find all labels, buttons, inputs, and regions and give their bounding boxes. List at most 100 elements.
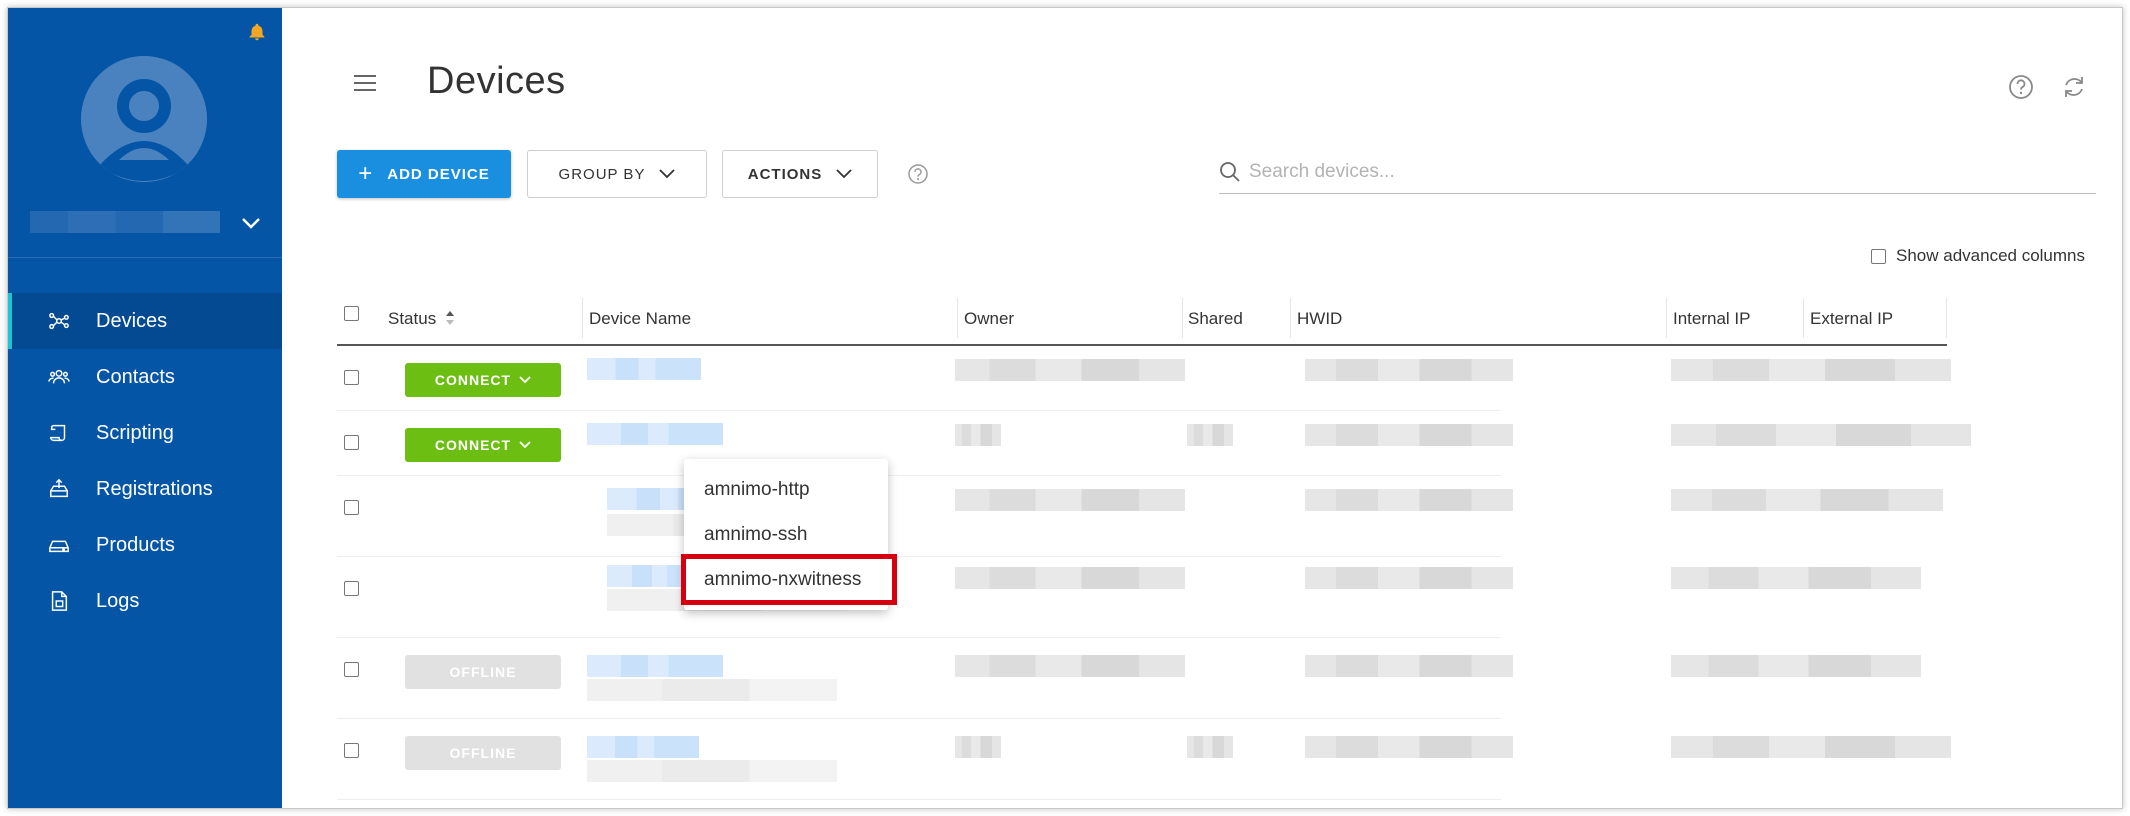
- menu-item-amnimo-ssh[interactable]: amnimo-ssh: [684, 512, 888, 557]
- notification-bell-icon[interactable]: [246, 20, 268, 44]
- devices-table: Status Device Name Owner Shared HWID Int…: [337, 290, 1971, 800]
- table-row[interactable]: [337, 476, 1943, 557]
- scripting-scroll-icon: [46, 420, 72, 446]
- table-row[interactable]: OFFLINE: [337, 638, 1921, 719]
- table-row[interactable]: OFFLINE: [337, 719, 1951, 800]
- menu-item-amnimo-nxwitness[interactable]: amnimo-nxwitness: [681, 554, 897, 605]
- device-name-redacted[interactable]: [587, 736, 699, 758]
- ip-redacted: [1671, 359, 1951, 381]
- device-name-redacted[interactable]: [587, 423, 723, 445]
- table-header: Status Device Name Owner Shared HWID Int…: [337, 290, 1947, 346]
- column-divider[interactable]: [582, 298, 583, 338]
- actions-label: ACTIONS: [747, 165, 823, 183]
- chevron-up-icon: [519, 441, 531, 449]
- add-device-label: ADD DEVICE: [387, 165, 490, 183]
- sidebar: Devices Contacts Scripting Registrations…: [8, 8, 282, 808]
- sidebar-item-label: Logs: [96, 589, 140, 612]
- sidebar-item-label: Registrations: [96, 477, 213, 500]
- chevron-down-icon: [836, 169, 852, 179]
- sidebar-item-devices[interactable]: Devices: [8, 293, 282, 349]
- add-device-button[interactable]: + ADD DEVICE: [337, 150, 511, 198]
- device-detail-redacted: [587, 679, 837, 701]
- column-divider[interactable]: [1666, 298, 1667, 338]
- row-checkbox[interactable]: [344, 435, 359, 450]
- device-detail-redacted: [587, 760, 837, 782]
- sidebar-item-registrations[interactable]: Registrations: [8, 461, 282, 517]
- logs-document-icon: [46, 588, 72, 614]
- chevron-down-icon: [659, 169, 676, 179]
- sidebar-item-products[interactable]: Products: [8, 517, 282, 573]
- actions-button[interactable]: ACTIONS: [722, 150, 878, 198]
- sidebar-item-label: Contacts: [96, 365, 175, 388]
- owner-redacted: [955, 736, 1001, 758]
- column-header-device-name[interactable]: Device Name: [589, 306, 691, 332]
- device-name-redacted[interactable]: [587, 655, 723, 677]
- column-divider[interactable]: [957, 298, 958, 338]
- column-header-label: Status: [388, 309, 437, 328]
- products-drive-icon: [46, 532, 72, 558]
- table-row[interactable]: [337, 557, 1921, 638]
- sort-icon[interactable]: [445, 310, 455, 326]
- column-divider[interactable]: [1182, 298, 1183, 338]
- column-divider[interactable]: [1803, 298, 1804, 338]
- offline-label: OFFLINE: [449, 664, 517, 680]
- row-checkbox[interactable]: [344, 500, 359, 515]
- row-checkbox[interactable]: [344, 662, 359, 677]
- hwid-redacted: [1305, 424, 1513, 446]
- show-advanced-checkbox[interactable]: [1871, 248, 1886, 264]
- owner-redacted: [955, 489, 1185, 511]
- help-icon[interactable]: [907, 163, 929, 185]
- ip-redacted: [1671, 655, 1921, 677]
- connect-dropdown-menu: amnimo-http amnimo-ssh amnimo-nxwitness: [681, 459, 897, 610]
- sidebar-item-scripting[interactable]: Scripting: [8, 405, 282, 461]
- column-header-shared[interactable]: Shared: [1188, 306, 1243, 332]
- select-all-checkbox[interactable]: [344, 306, 359, 321]
- sidebar-item-label: Devices: [96, 309, 168, 332]
- help-icon[interactable]: [2008, 74, 2034, 100]
- search-input[interactable]: [1249, 160, 2096, 183]
- owner-redacted: [955, 655, 1185, 677]
- column-divider[interactable]: [1290, 298, 1291, 338]
- table-row[interactable]: CONNECT: [337, 346, 1951, 411]
- owner-redacted: [955, 567, 1185, 589]
- ip-redacted: [1671, 736, 1951, 758]
- row-checkbox[interactable]: [344, 743, 359, 758]
- device-name-redacted[interactable]: [587, 358, 701, 380]
- row-checkbox[interactable]: [344, 581, 359, 596]
- contacts-people-icon: [46, 364, 72, 390]
- sidebar-item-label: Scripting: [96, 421, 174, 444]
- registrations-upload-icon: [46, 476, 72, 502]
- page-title: Devices: [427, 60, 566, 102]
- hwid-redacted: [1305, 655, 1513, 677]
- table-row[interactable]: CONNECT: [337, 411, 1971, 476]
- user-avatar[interactable]: [81, 56, 207, 182]
- user-name-redacted: [30, 211, 220, 233]
- column-header-status[interactable]: Status: [388, 306, 455, 332]
- row-checkbox[interactable]: [344, 370, 359, 385]
- connect-label: CONNECT: [434, 372, 512, 388]
- hwid-redacted: [1305, 359, 1513, 381]
- group-by-button[interactable]: GROUP BY: [527, 150, 707, 198]
- offline-button: OFFLINE: [405, 736, 561, 770]
- menu-hamburger-icon[interactable]: [354, 74, 376, 92]
- sidebar-item-logs[interactable]: Logs: [8, 573, 282, 629]
- sidebar-item-contacts[interactable]: Contacts: [8, 349, 282, 405]
- devices-network-icon: [46, 308, 72, 334]
- column-divider[interactable]: [1946, 298, 1947, 338]
- show-advanced-columns-toggle[interactable]: Show advanced columns: [1871, 246, 2085, 266]
- column-header-hwid[interactable]: HWID: [1297, 306, 1342, 332]
- owner-redacted: [955, 359, 1185, 381]
- show-advanced-label: Show advanced columns: [1896, 246, 2086, 265]
- connect-button[interactable]: CONNECT: [405, 428, 561, 462]
- sidebar-divider: [8, 257, 282, 258]
- refresh-icon[interactable]: [2061, 74, 2087, 100]
- column-header-external-ip[interactable]: External IP: [1810, 306, 1893, 332]
- app-window: Devices Contacts Scripting Registrations…: [7, 7, 2123, 809]
- main-content: Devices + ADD DEVICE GROUP BY ACTIONS Se…: [282, 8, 2122, 808]
- connect-button[interactable]: CONNECT: [405, 363, 561, 397]
- chevron-down-icon[interactable]: [240, 216, 262, 230]
- column-header-owner[interactable]: Owner: [964, 306, 1014, 332]
- menu-item-amnimo-http[interactable]: amnimo-http: [684, 467, 888, 512]
- shared-redacted: [1187, 424, 1233, 446]
- column-header-internal-ip[interactable]: Internal IP: [1673, 306, 1751, 332]
